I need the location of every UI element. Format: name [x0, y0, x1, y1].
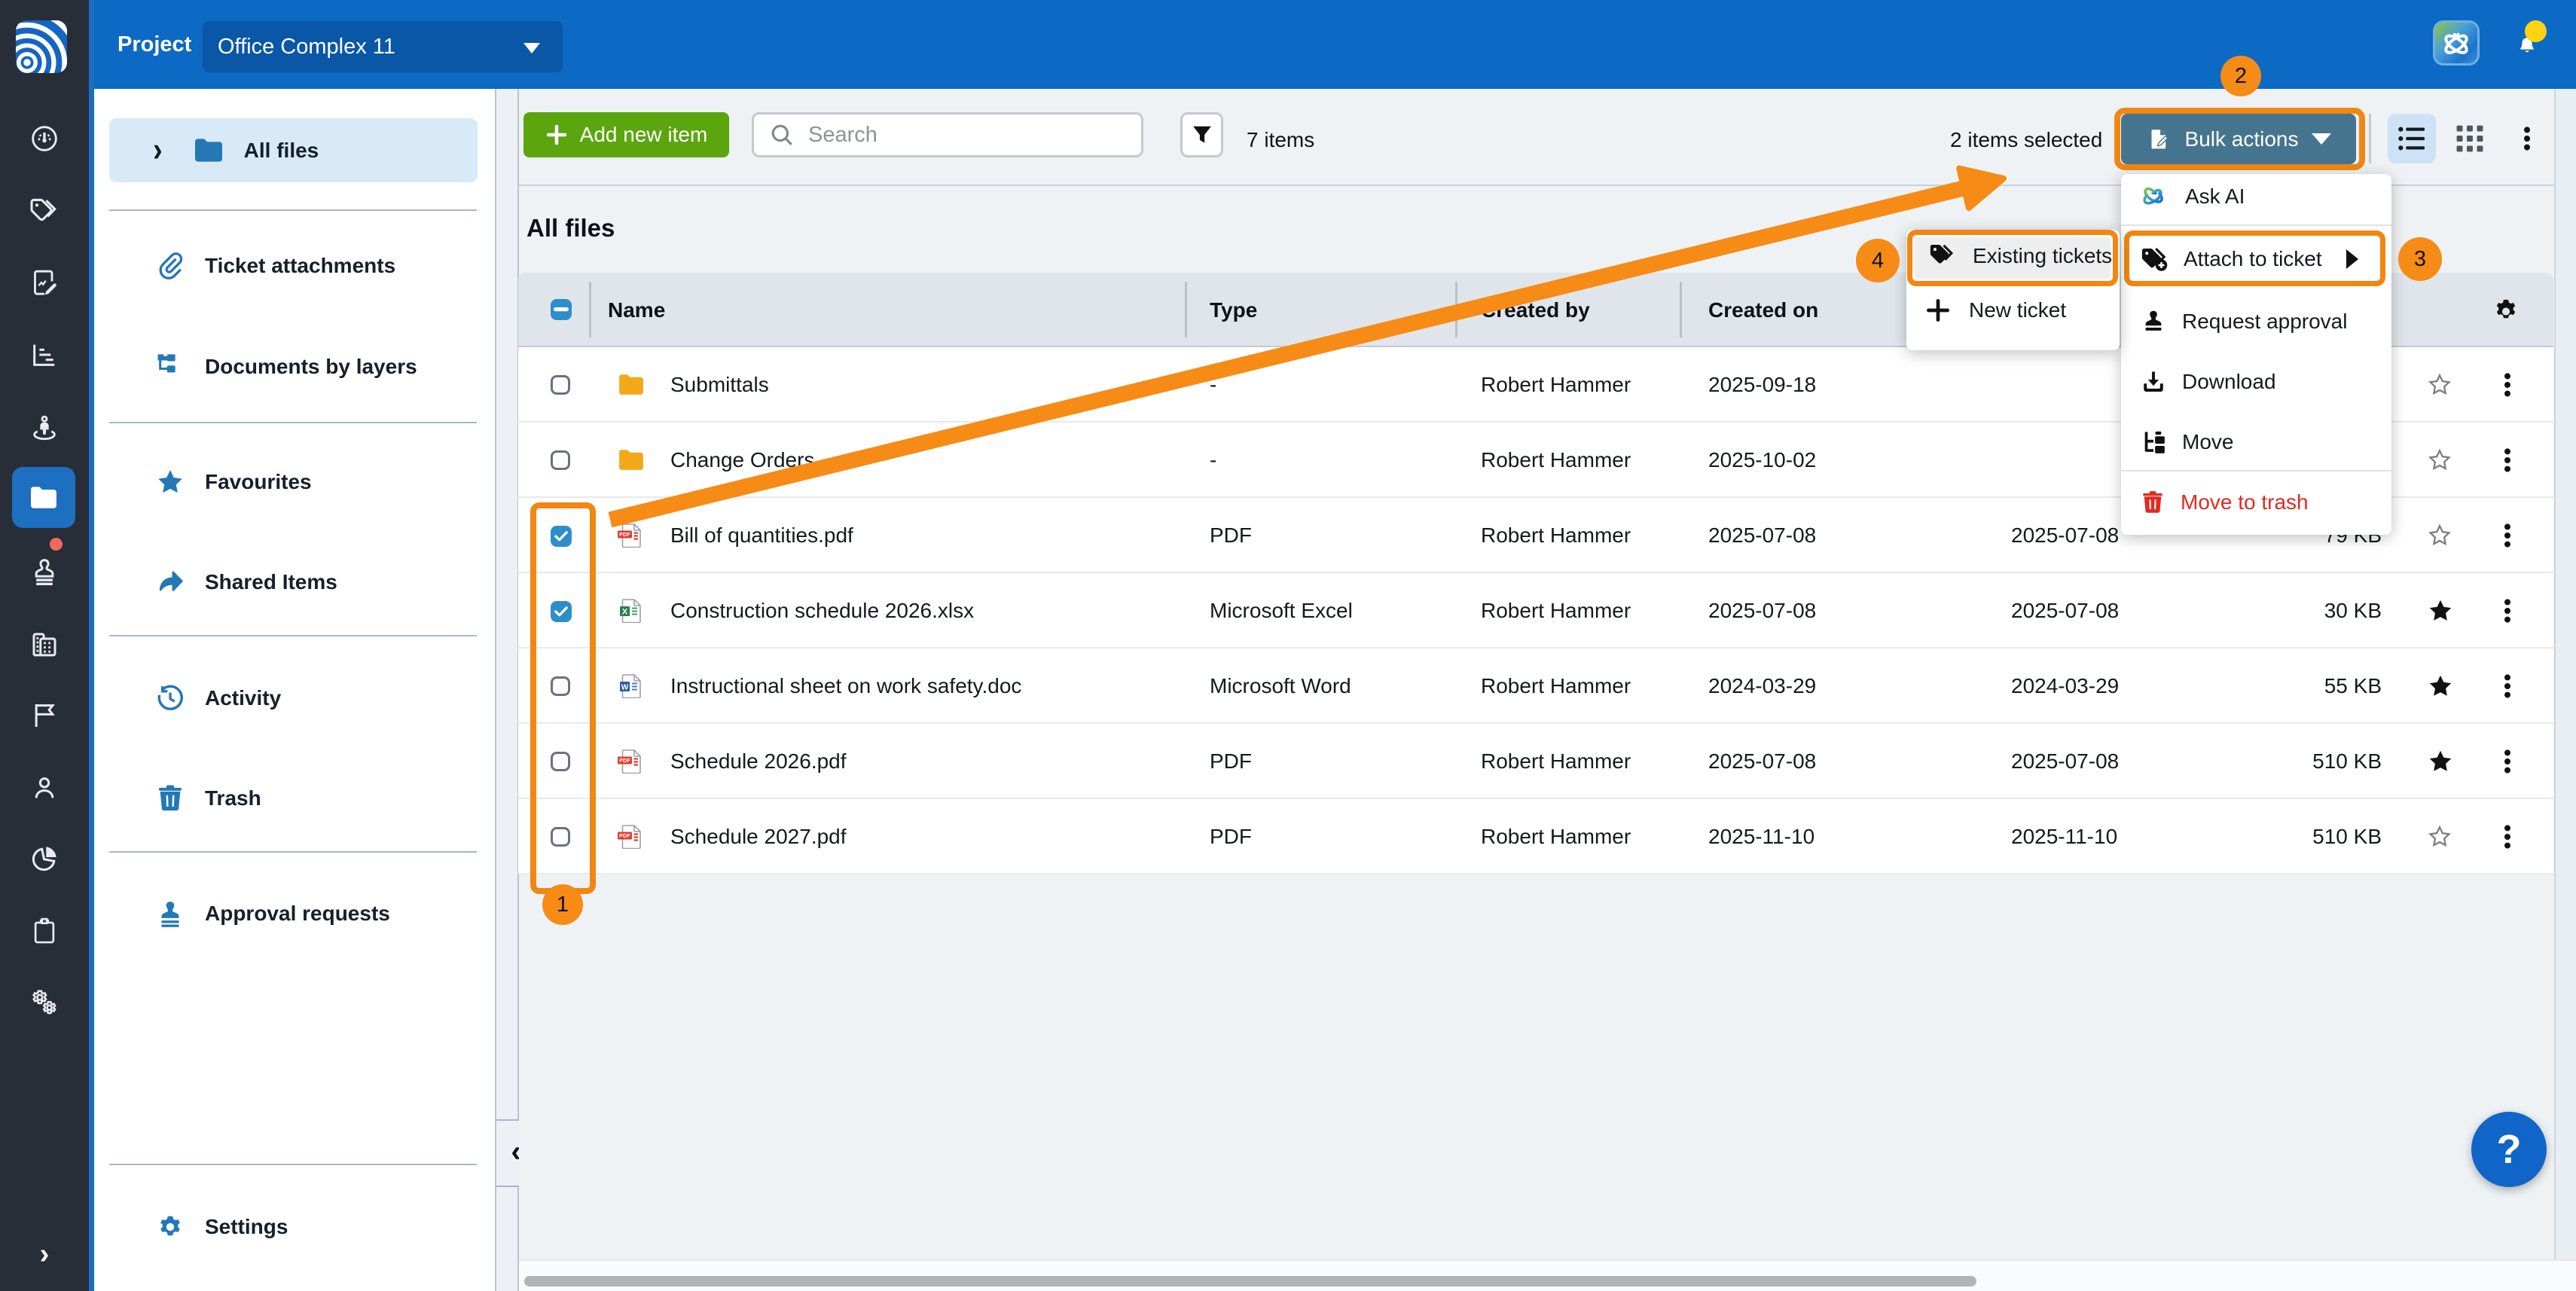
svg-text:X: X	[622, 608, 628, 617]
svg-text:W: W	[621, 684, 629, 692]
svg-text:PDF: PDF	[619, 531, 630, 538]
svg-text:PDF: PDF	[619, 832, 630, 839]
svg-text:PDF: PDF	[619, 757, 630, 764]
